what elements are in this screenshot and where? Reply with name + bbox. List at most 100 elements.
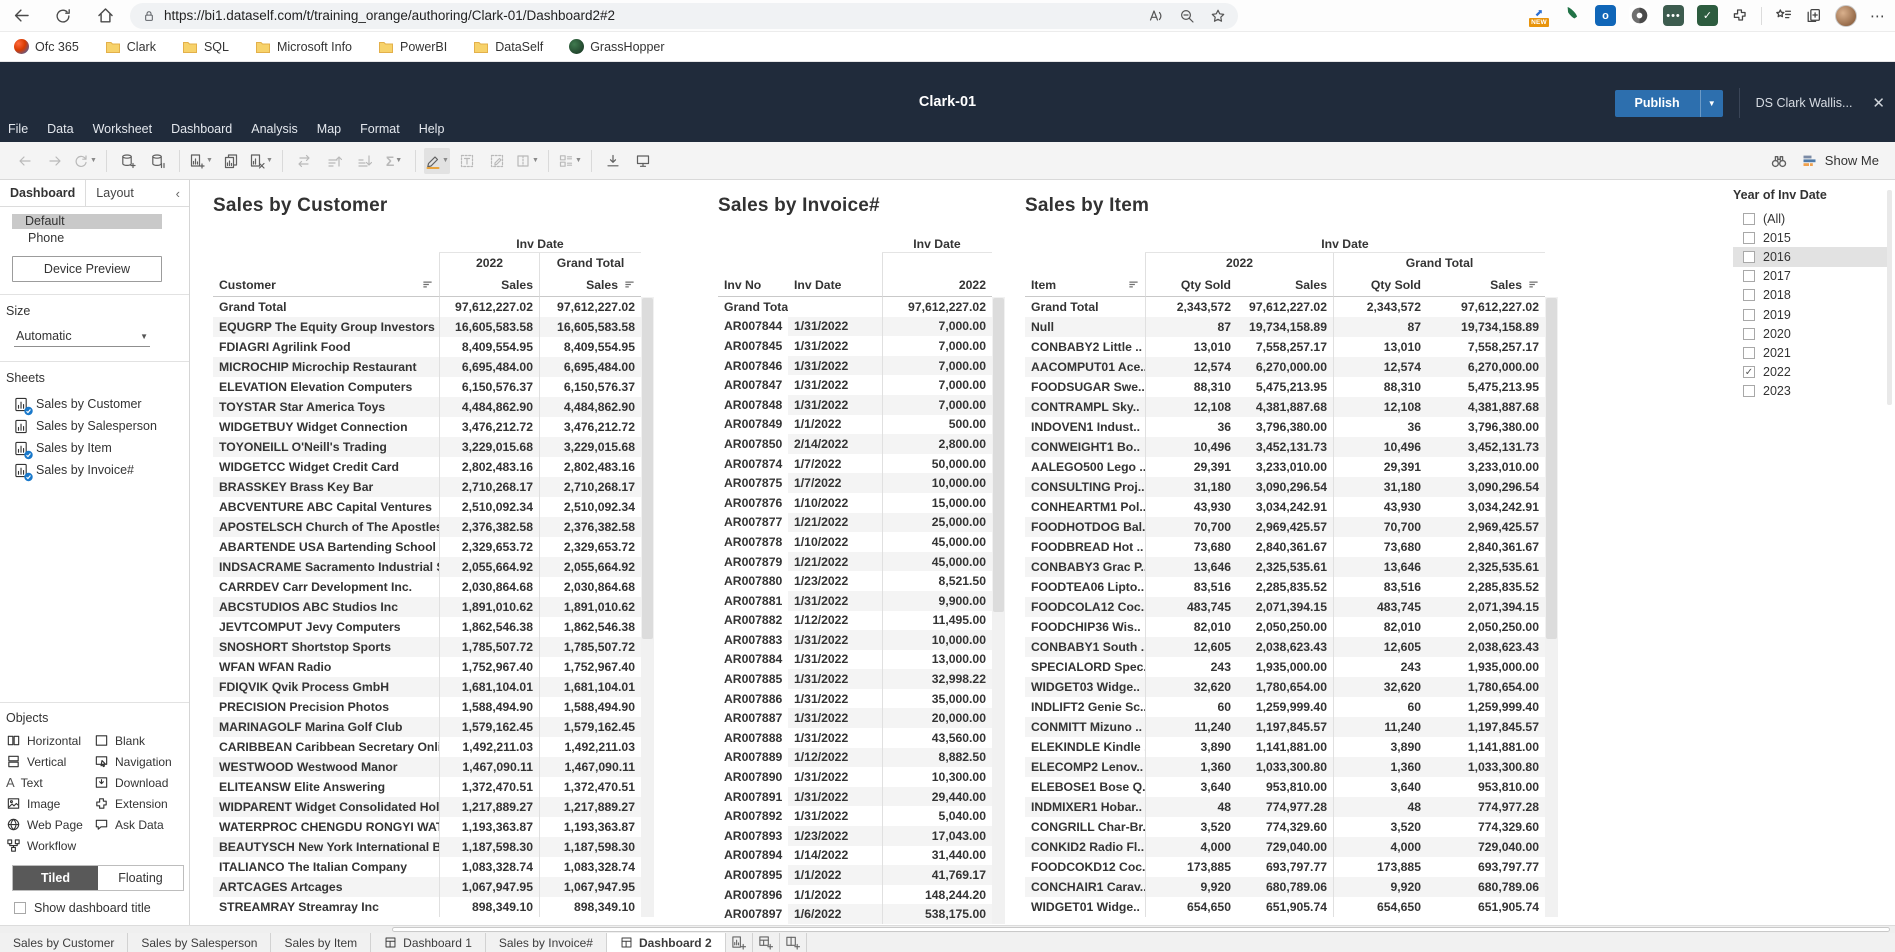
value-cell[interactable]: 953,810.00 [1427,777,1545,797]
value-cell[interactable]: 4,000 [1145,837,1237,857]
bookmark-grasshopper[interactable]: GrassHopper [569,39,664,54]
value-cell[interactable]: 73,680 [1145,537,1237,557]
row-label[interactable]: INDLIFT2 Genie Sc.. [1025,697,1145,717]
value-cell[interactable]: 1,259,999.40 [1427,697,1545,717]
value-cell[interactable]: 1,780,654.00 [1237,677,1333,697]
tiled-button[interactable]: Tiled [13,866,98,890]
value-cell[interactable]: 8,409,554.95 [539,337,641,357]
vertical-scrollbar-thumb[interactable] [642,298,653,639]
value-cell[interactable]: 3,640 [1333,777,1427,797]
sort-icon[interactable] [422,279,433,290]
value-cell[interactable]: 10,496 [1333,437,1427,457]
row-label[interactable]: FDIAGRI Agrilink Food [213,337,439,357]
close-icon[interactable]: ✕ [1872,94,1885,112]
filter-option-2015[interactable]: 2015 [1733,228,1891,247]
value-cell[interactable]: 10,300.00 [882,767,992,787]
sort-descending-button[interactable] [351,148,377,174]
row-label[interactable]: PRECISION Precision Photos [213,697,439,717]
collections-icon[interactable] [1805,7,1822,24]
value-cell[interactable]: 7,000.00 [882,336,992,356]
column-header-sales[interactable]: Sales [539,273,641,297]
value-cell[interactable]: 1/7/2022 [788,454,882,474]
value-cell[interactable]: 173,885 [1333,857,1427,877]
filter-option-all[interactable]: (All) [1733,209,1891,228]
bookmark-microsoft-info[interactable]: Microsoft Info [255,40,352,54]
column-header-inv-date[interactable]: Inv Date [788,253,882,297]
row-label[interactable]: AR007896 [718,885,788,905]
value-cell[interactable]: 1,197,845.57 [1427,717,1545,737]
menu-analysis[interactable]: Analysis [251,122,298,136]
clear-sheet-button[interactable]: ▼ [248,148,274,174]
new-worksheet-button[interactable] [726,933,753,952]
row-label[interactable]: AR007879 [718,552,788,572]
value-cell[interactable]: 2,376,382.58 [539,517,641,537]
row-label[interactable]: WIDGETCC Widget Credit Card [213,457,439,477]
value-cell[interactable]: 11,240 [1333,717,1427,737]
value-cell[interactable]: 31,440.00 [882,846,992,866]
value-cell[interactable]: 11,495.00 [882,611,992,631]
value-cell[interactable]: 87 [1145,317,1237,337]
column-header-sales[interactable]: Sales [1427,273,1545,297]
bookmark-ofc-365[interactable]: Ofc 365 [14,39,79,54]
bookmark-clark[interactable]: Clark [105,40,156,54]
value-cell[interactable]: 2/14/2022 [788,434,882,454]
favorites-bar-icon[interactable] [1775,7,1792,24]
row-label[interactable]: AR007883 [718,630,788,650]
value-cell[interactable]: 1/7/2022 [788,473,882,493]
value-cell[interactable]: 2,071,394.15 [1237,597,1333,617]
value-cell[interactable]: 953,810.00 [1237,777,1333,797]
value-cell[interactable]: 3,034,242.91 [1237,497,1333,517]
value-cell[interactable]: 1/31/2022 [788,728,882,748]
url-text[interactable]: https://bi1.dataself.com/t/training_oran… [164,8,1140,23]
new-badge-extension-icon[interactable]: ⬈NEW [1527,4,1551,27]
value-cell[interactable]: 3,233,010.00 [1427,457,1545,477]
back-icon[interactable] [10,5,32,27]
highlight-button[interactable]: ▼ [424,148,450,174]
value-cell[interactable]: 2,800.00 [882,434,992,454]
value-cell[interactable]: 3,229,015.68 [439,437,539,457]
checkbox-icon[interactable] [1743,213,1755,225]
value-cell[interactable]: 5,475,213.95 [1427,377,1545,397]
sheet-tab-sales-by-item[interactable]: Sales by Item [271,933,371,952]
row-label[interactable]: CONGRILL Char-Br.. [1025,817,1145,837]
row-label[interactable]: AR007876 [718,493,788,513]
value-cell[interactable]: 70,700 [1333,517,1427,537]
row-label[interactable]: CARRDEV Carr Development Inc. [213,577,439,597]
value-cell[interactable]: 4,381,887.68 [1237,397,1333,417]
size-dropdown[interactable]: Automatic▼ [14,326,150,347]
checkbox-icon[interactable] [1743,289,1755,301]
object-vertical[interactable]: Vertical [6,754,94,769]
row-label[interactable]: AR007877 [718,513,788,533]
value-cell[interactable]: 1,588,494.90 [539,697,641,717]
value-cell[interactable]: 898,349.10 [439,897,539,917]
todo-check-extension-icon[interactable]: ✓ [1697,5,1718,26]
row-label[interactable]: AR007845 [718,336,788,356]
year-header[interactable]: Grand Total [1333,253,1545,273]
value-cell[interactable]: 82,010 [1333,617,1427,637]
value-cell[interactable]: 12,574 [1145,357,1237,377]
value-cell[interactable]: 88,310 [1145,377,1237,397]
value-cell[interactable]: 1/31/2022 [788,336,882,356]
value-cell[interactable]: 3,090,296.54 [1427,477,1545,497]
filter-option-2016[interactable]: 2016 [1733,247,1891,266]
value-cell[interactable]: 1,193,363.87 [439,817,539,837]
value-cell[interactable]: 1/31/2022 [788,630,882,650]
outlook-extension-icon[interactable]: o [1595,5,1616,26]
value-cell[interactable]: 1,785,507.72 [439,637,539,657]
value-cell[interactable]: 7,000.00 [882,356,992,376]
value-cell[interactable]: 1/31/2022 [788,591,882,611]
value-cell[interactable]: 29,440.00 [882,787,992,807]
value-cell[interactable]: 70,700 [1145,517,1237,537]
value-cell[interactable]: 1/31/2022 [788,787,882,807]
value-cell[interactable]: 6,150,576.37 [539,377,641,397]
value-cell[interactable]: 13,646 [1145,557,1237,577]
refresh-icon[interactable] [52,5,74,27]
value-cell[interactable]: 680,789.06 [1237,877,1333,897]
row-label[interactable]: FDIQVIK Qvik Process GmbH [213,677,439,697]
menu-data[interactable]: Data [47,122,73,136]
value-cell[interactable]: 6,150,576.37 [439,377,539,397]
row-label[interactable]: AR007880 [718,571,788,591]
value-cell[interactable]: 1/6/2022 [788,904,882,924]
value-cell[interactable]: 1,217,889.27 [539,797,641,817]
value-cell[interactable]: 5,475,213.95 [1237,377,1333,397]
